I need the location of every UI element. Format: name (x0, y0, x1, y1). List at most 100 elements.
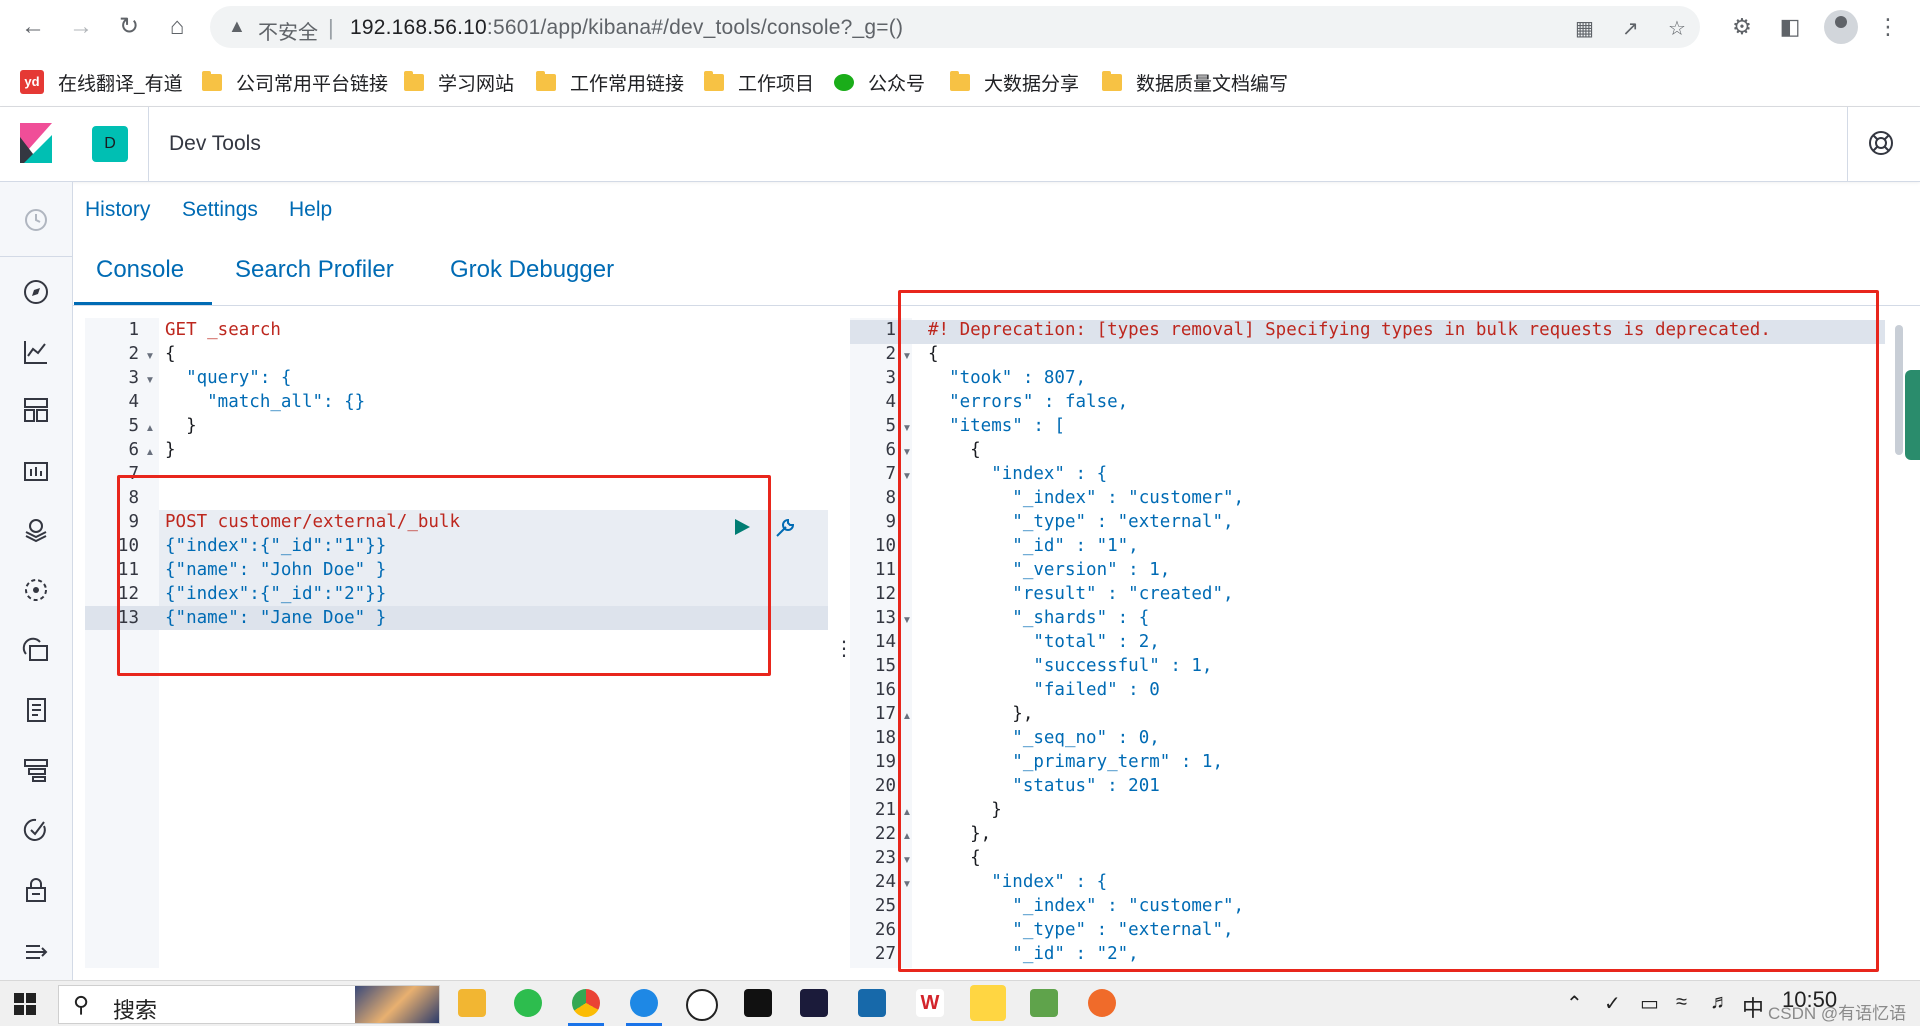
address-bar[interactable]: ▲ 不安全 | 192.168.56.10:5601/app/kibana#/d… (210, 6, 1700, 48)
watermark-text: CSDN @有语忆语 (1768, 1004, 1907, 1023)
browser-chrome: ← → ↻ ⌂ ▲ 不安全 | 192.168.56.10:5601/app/k… (0, 0, 1920, 107)
tab-grok-debugger[interactable]: Grok Debugger (450, 256, 614, 284)
annotation-box-request (117, 475, 771, 676)
output-line-number: 4 (885, 392, 896, 412)
taskbar-search[interactable]: ⚲ 搜索 (58, 985, 440, 1024)
output-scrollbar[interactable] (1895, 325, 1903, 455)
code-line: } (165, 440, 176, 460)
extensions-icon[interactable]: ⚙ (1728, 14, 1756, 40)
settings-link[interactable]: Settings (182, 198, 258, 222)
bookmark-star-icon[interactable]: ☆ (1668, 16, 1686, 41)
logs-icon[interactable] (22, 696, 50, 724)
fold-toggle-icon[interactable]: ▼ (145, 375, 155, 386)
file-explorer-icon[interactable] (458, 989, 486, 1017)
tray-expand-icon[interactable]: ⌃ (1566, 991, 1583, 1016)
security-label: 不安全 (258, 22, 318, 44)
recent-clock-icon[interactable] (22, 206, 50, 234)
warning-icon: ▲ (228, 16, 246, 36)
battery-icon[interactable]: ▭ (1640, 991, 1659, 1016)
profile-avatar[interactable] (1824, 10, 1858, 44)
bookmark-data-quality[interactable]: 数据质量文档编写 (1102, 70, 1288, 95)
kibana-header: D Dev Tools (0, 107, 1920, 182)
bookmark-wechat[interactable]: 公众号 (834, 70, 925, 95)
code-line: "match_all": {} (165, 392, 366, 412)
help-icon[interactable] (1868, 130, 1894, 156)
maps-icon[interactable] (22, 516, 50, 544)
bookmark-youdao[interactable]: yd 在线翻译_有道 (20, 70, 183, 95)
output-line-number: 26 (874, 920, 896, 940)
windows-taskbar: ⚲ 搜索 W ⌃ ✓ ▭ ≈ ♬ 中 10:50 CSDN @有语忆语 (0, 980, 1920, 1026)
visualize-icon[interactable] (22, 338, 50, 366)
intellij-icon[interactable] (800, 989, 828, 1017)
fold-toggle-icon[interactable]: ▼ (145, 351, 155, 362)
wps-icon[interactable]: W (916, 989, 944, 1017)
output-line-number: 17 (874, 704, 896, 724)
folder-icon (1102, 70, 1122, 91)
output-line-number: 20 (874, 776, 896, 796)
help-link[interactable]: Help (289, 198, 332, 222)
folder-icon (704, 70, 724, 91)
ime-indicator[interactable]: 中 (1742, 991, 1764, 1023)
annotation-box-response (898, 290, 1879, 972)
search-placeholder: 搜索 (113, 998, 158, 1023)
wifi-icon[interactable]: ≈ (1676, 991, 1687, 1014)
postman-icon[interactable] (1088, 989, 1116, 1017)
windows-start-icon[interactable] (14, 993, 36, 1015)
chrome-icon[interactable] (572, 989, 600, 1017)
reload-icon[interactable]: ↻ (114, 12, 144, 42)
output-line-number: 16 (874, 680, 896, 700)
bookmark-work-links[interactable]: 工作常用链接 (536, 70, 684, 95)
wrench-icon[interactable] (773, 516, 797, 540)
kibana-logo-icon[interactable] (20, 123, 52, 163)
code-line: { (165, 344, 176, 364)
siem-lock-icon[interactable] (22, 876, 50, 904)
tab-search-profiler[interactable]: Search Profiler (235, 256, 394, 284)
forward-icon[interactable]: → (66, 12, 96, 42)
line-number: 2 (128, 344, 139, 364)
output-line-number: 13 (874, 608, 896, 628)
uptime-icon[interactable] (22, 816, 50, 844)
bookmark-learning[interactable]: 学习网站 (404, 70, 514, 95)
charts-app-icon[interactable] (1030, 989, 1058, 1017)
search-icon: ⚲ (73, 992, 90, 1017)
fold-toggle-icon[interactable]: ▲ (145, 447, 155, 458)
output-line-number: 11 (874, 560, 896, 580)
dashboard-icon[interactable] (22, 396, 50, 424)
search-app-icon[interactable] (630, 989, 658, 1017)
webstorm-icon[interactable] (858, 989, 886, 1017)
output-line-number: 24 (874, 872, 896, 892)
discover-compass-icon[interactable] (22, 278, 50, 306)
fold-toggle-icon[interactable]: ▲ (145, 423, 155, 434)
bookmarks-bar: yd 在线翻译_有道 公司常用平台链接 学习网站 工作常用链接 工作项目 公众号… (0, 60, 1920, 104)
output-line-number: 1 (885, 320, 896, 340)
space-avatar[interactable]: D (92, 126, 128, 162)
output-line-number: 12 (874, 584, 896, 604)
translate-icon[interactable]: ▦ (1575, 16, 1594, 41)
home-icon[interactable]: ⌂ (162, 12, 192, 42)
side-panel-icon[interactable]: ◧ (1776, 14, 1804, 40)
terminal-icon[interactable] (744, 989, 772, 1017)
canvas-icon[interactable] (22, 456, 50, 484)
tab-console[interactable]: Console (96, 256, 184, 284)
output-line-number: 14 (874, 632, 896, 652)
back-icon[interactable]: ← (18, 12, 48, 42)
media-player-icon[interactable] (970, 985, 1006, 1021)
bookmark-company-links[interactable]: 公司常用平台链接 (202, 70, 388, 95)
wechat-app-icon[interactable] (514, 989, 542, 1017)
bookmark-bigdata[interactable]: 大数据分享 (950, 70, 1079, 95)
history-link[interactable]: History (85, 198, 150, 222)
collapse-nav-icon[interactable] (22, 938, 50, 966)
soccer-app-icon[interactable] (686, 989, 718, 1021)
apm-icon[interactable] (22, 756, 50, 784)
menu-kebab-icon[interactable]: ⋮ (1874, 14, 1902, 40)
tray-app-icon[interactable]: ✓ (1604, 991, 1621, 1016)
bookmark-work-projects[interactable]: 工作项目 (704, 70, 814, 95)
url-text: 192.168.56.10:5601/app/kibana#/dev_tools… (350, 16, 904, 39)
output-line-number: 8 (885, 488, 896, 508)
folder-icon (536, 70, 556, 91)
infrastructure-icon[interactable] (22, 636, 50, 664)
volume-icon[interactable]: ♬ (1710, 991, 1730, 1014)
share-icon[interactable]: ↗ (1622, 16, 1639, 41)
ml-icon[interactable] (22, 576, 50, 604)
output-line-number: 10 (874, 536, 896, 556)
